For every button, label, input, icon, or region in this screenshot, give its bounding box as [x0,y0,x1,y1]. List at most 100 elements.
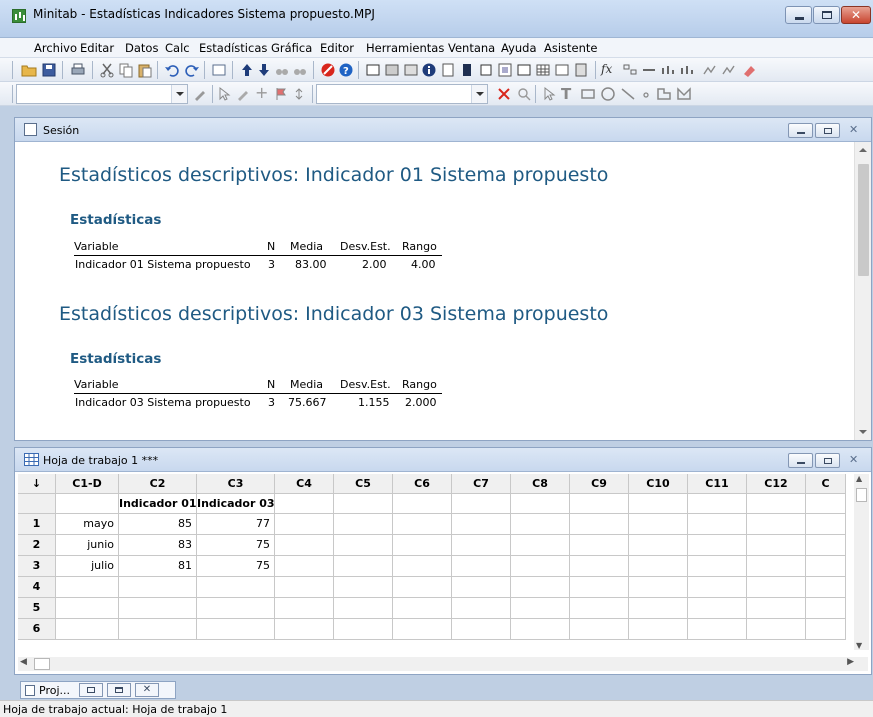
menu-herramientas[interactable]: Herramientas [366,41,444,55]
redo-icon[interactable] [184,62,200,78]
print-icon[interactable] [70,62,86,78]
table-cell[interactable]: 75 [197,556,275,577]
table-cell[interactable] [334,535,393,556]
polyline-tool-icon[interactable] [676,86,692,102]
related-documents-icon[interactable] [478,62,494,78]
table-cell[interactable] [334,577,393,598]
column-name-cell[interactable] [393,494,452,514]
stat-command-icon[interactable] [622,62,638,78]
column-name-cell[interactable] [806,494,846,514]
session-window-icon[interactable] [365,62,381,78]
table-cell[interactable] [197,598,275,619]
column-header[interactable]: C4 [275,474,334,494]
table-cell[interactable] [452,535,511,556]
table-cell[interactable] [629,556,688,577]
table-cell[interactable] [629,577,688,598]
close-button[interactable]: ✕ [841,6,871,24]
row-header[interactable]: 1 [18,514,56,535]
table-cell[interactable] [275,598,334,619]
project-manager-tab[interactable]: Proj... ✕ [20,681,176,699]
text-tool-icon[interactable]: T [561,86,577,102]
column-name-cell[interactable] [452,494,511,514]
brush-select-icon[interactable] [235,86,251,102]
table-icon[interactable] [535,62,551,78]
undo-icon[interactable] [164,62,180,78]
table-cell[interactable] [747,598,806,619]
worksheet-grid[interactable]: ↓ C1-D C2 C3 C4 C5 C6 C7 C8 C9 C10 C11 C12 C Indicador… [18,474,850,650]
merge-icon[interactable] [641,62,657,78]
session-folder-icon[interactable] [516,62,532,78]
menu-ventana[interactable]: Ventana [448,41,495,55]
table-cell[interactable] [334,556,393,577]
column-header[interactable]: C12 [747,474,806,494]
table-cell[interactable] [511,514,570,535]
table-cell[interactable] [334,619,393,640]
graphs-icon[interactable] [403,62,419,78]
table-cell[interactable] [393,619,452,640]
worksheet-maximize-button[interactable] [815,453,840,468]
row-header[interactable]: 4 [18,577,56,598]
table-cell[interactable] [119,577,197,598]
function-icon[interactable]: fx [601,62,617,78]
table-cell[interactable] [452,598,511,619]
table-cell[interactable] [511,577,570,598]
table-cell[interactable] [688,556,747,577]
maximize-button[interactable] [107,683,131,697]
column-header[interactable]: C9 [570,474,629,494]
brush-icon[interactable] [192,86,208,102]
table-cell[interactable]: 77 [197,514,275,535]
column-header[interactable]: C1-D [56,474,119,494]
table-cell[interactable] [806,514,846,535]
table-cell[interactable] [747,514,806,535]
eraser-icon[interactable] [741,62,757,78]
worksheet-icon[interactable] [384,62,400,78]
columns-icon[interactable] [554,62,570,78]
open-folder-icon[interactable] [21,62,37,78]
magnify-icon[interactable] [516,86,532,102]
menu-grafica[interactable]: Gráfica [271,41,312,55]
table-cell[interactable] [56,619,119,640]
table-cell[interactable] [452,619,511,640]
table-cell[interactable] [629,514,688,535]
session-close-icon[interactable]: ✕ [849,123,858,136]
table-cell[interactable] [393,535,452,556]
table-cell[interactable] [806,619,846,640]
find-icon[interactable] [274,62,290,78]
menu-archivo[interactable]: Archivo [34,41,77,55]
table-cell[interactable] [688,514,747,535]
menu-asistente[interactable]: Asistente [544,41,598,55]
table-cell[interactable] [452,514,511,535]
column-header[interactable]: C6 [393,474,452,494]
table-cell[interactable] [119,598,197,619]
minimize-button[interactable] [785,6,812,24]
table-cell[interactable] [511,619,570,640]
flag-icon[interactable] [273,86,289,102]
table-cell[interactable] [393,577,452,598]
window-icon[interactable] [211,62,227,78]
scroll-left-icon[interactable]: ◀ [20,657,27,667]
column-name-cell[interactable] [56,494,119,514]
table-cell[interactable] [629,598,688,619]
table-cell[interactable] [56,598,119,619]
table-cell[interactable] [570,535,629,556]
column-header[interactable]: C7 [452,474,511,494]
column-name-cell[interactable] [747,494,806,514]
arrow-down-icon[interactable] [256,62,272,78]
row-header[interactable]: 3 [18,556,56,577]
worksheet-corner[interactable]: ↓ [18,474,56,494]
save-icon[interactable] [41,62,57,78]
table-cell[interactable] [570,556,629,577]
table-cell[interactable] [570,619,629,640]
restore-button[interactable] [79,683,103,697]
table-cell[interactable] [197,619,275,640]
arrow-up-icon[interactable] [239,62,255,78]
table-cell[interactable] [275,619,334,640]
table-cell[interactable] [452,556,511,577]
worksheet-minimize-button[interactable] [788,453,813,468]
table-cell[interactable] [393,514,452,535]
session-minimize-button[interactable] [788,123,813,138]
menu-calc[interactable]: Calc [165,41,190,55]
delete-icon[interactable] [496,86,512,102]
column-header[interactable]: C2 [119,474,197,494]
table-cell[interactable] [806,577,846,598]
